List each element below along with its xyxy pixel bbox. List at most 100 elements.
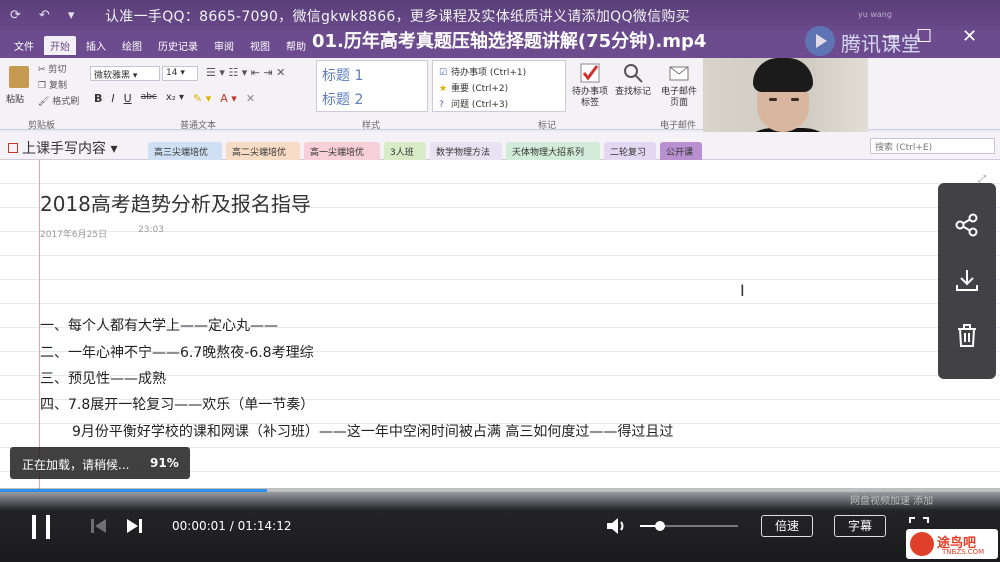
quick-access-dropdown-icon[interactable]: ▾ <box>68 8 75 23</box>
basic-text-group-label: 普通文本 <box>180 121 217 131</box>
font-color-button[interactable]: A ▾ <box>220 92 237 105</box>
section-title[interactable]: 上课手写内容 ▾ <box>8 138 117 158</box>
bold-button[interactable]: B <box>94 92 102 105</box>
clear-format-button[interactable]: ✕ <box>246 92 255 105</box>
styles-group-label: 样式 <box>362 121 381 131</box>
tab-home[interactable]: 开始 <box>44 36 76 55</box>
tab-draw[interactable]: 绘图 <box>116 36 148 55</box>
todo-tag-button[interactable]: 待办事项标签 <box>570 62 610 109</box>
watermark-text: 认准一手QQ：8665-7090，微信gkwk8866，更多课程及实体纸质讲义请… <box>105 9 690 25</box>
undo-icon[interactable]: ↶ <box>39 8 50 23</box>
quick-access-toolbar: ⟳ ↶ ▾ <box>10 8 74 23</box>
strikethrough-button[interactable]: abc <box>141 92 157 105</box>
video-title: 01.历年高考真题压轴选择题讲解(75分钟).mp4 <box>312 31 707 52</box>
tab-history[interactable]: 历史记录 <box>152 36 204 55</box>
section-tab[interactable]: 二轮复习 <box>604 142 656 160</box>
volume-icon[interactable] <box>605 515 629 537</box>
notebook-icon <box>8 143 18 153</box>
playback-speed-button[interactable]: 倍速 <box>761 515 813 537</box>
note-line-3[interactable]: 三、预见性——成熟 <box>40 368 166 388</box>
search-input[interactable]: 搜索 (Ctrl+E) <box>870 138 995 154</box>
note-line-2[interactable]: 二、一年心神不宁——6.7晚熬夜-6.8考理综 <box>40 342 314 362</box>
tag-question-label: 问题 (Ctrl+3) <box>451 100 509 110</box>
style-heading-1[interactable]: 标题 1 <box>322 65 363 85</box>
delete-icon[interactable] <box>952 321 982 351</box>
note-line-1[interactable]: 一、每个人都有大学上——定心丸—— <box>40 315 278 335</box>
tab-view[interactable]: 视图 <box>244 36 276 55</box>
envelope-icon <box>668 62 690 84</box>
minimize-button[interactable]: — <box>882 26 900 47</box>
loading-percent: 91% <box>150 456 179 470</box>
paste-button[interactable]: 粘贴 <box>6 64 32 106</box>
page-title[interactable]: 2018高考趋势分析及报名指导 <box>40 188 311 217</box>
sync-icon[interactable]: ⟳ <box>10 8 21 23</box>
volume-slider-knob[interactable] <box>655 521 665 531</box>
next-icon[interactable] <box>125 518 143 534</box>
style-heading-2[interactable]: 标题 2 <box>322 89 363 109</box>
copy-button[interactable]: ❐ 复制 <box>38 78 67 91</box>
side-action-panel <box>938 183 996 379</box>
tag-important-label: 重要 (Ctrl+2) <box>451 84 509 94</box>
previous-icon[interactable] <box>90 518 108 534</box>
italic-button[interactable]: I <box>111 92 114 105</box>
loading-text: 正在加载，请稍候... <box>22 458 130 472</box>
section-tab[interactable]: 高三尖端培优 <box>148 142 222 160</box>
section-tab[interactable]: 高二尖端培优 <box>226 142 300 160</box>
format-painter-button[interactable]: 🖌 格式刷 <box>38 94 79 107</box>
format-painter-label: 格式刷 <box>52 97 80 107</box>
clipboard-group-label: 剪贴板 <box>28 121 56 131</box>
notebook-tab-row: 上课手写内容 ▾ 高三尖端培优 高二尖端培优 高一尖端培优 3人班 数学物理方法 天体物理… <box>0 132 1000 160</box>
total-time: 01:14:12 <box>237 519 292 533</box>
list-buttons[interactable]: ☰ ▾ ☷ ▾ ⇤ ⇥ ✕ <box>206 66 285 79</box>
section-tab[interactable]: 高一尖端培优 <box>304 142 380 160</box>
subscript-button[interactable]: x₂ ▾ <box>166 92 184 105</box>
find-tags-icon <box>622 62 644 84</box>
tab-help[interactable]: 帮助 <box>280 36 312 55</box>
current-time: 00:00:01 <box>172 519 226 533</box>
note-page[interactable]: ⤢ 2018高考趋势分析及报名指导 2017年6月25日 23:03 I 一、每… <box>0 160 1000 492</box>
video-player-window: ⟳ ↶ ▾ 认准一手QQ：8665-7090，微信gkwk8866，更多课程及实… <box>0 0 1000 562</box>
find-tags-label: 查找标记 <box>614 87 651 97</box>
tab-insert[interactable]: 插入 <box>80 36 112 55</box>
email-page-button[interactable]: 电子邮件页面 <box>658 62 700 109</box>
styles-gallery: 标题 1 标题 2 <box>316 60 428 112</box>
note-line-5[interactable]: 9月份平衡好学校的课和网课（补习班）——这一年中空闲时间被占满 高三如何度过——… <box>72 421 673 441</box>
underline-button[interactable]: U <box>124 92 132 105</box>
download-icon[interactable] <box>952 266 982 296</box>
font-size-select[interactable]: 14 ▾ <box>162 66 198 81</box>
email-group-label: 电子邮件 <box>660 121 697 131</box>
site-logo-domain: TNBZS.COM <box>942 548 985 556</box>
restore-button[interactable]: ☐ <box>916 26 932 47</box>
tag-question[interactable]: ? 问题 (Ctrl+3) <box>439 97 508 110</box>
bird-logo-icon <box>910 532 934 556</box>
section-tab[interactable]: 3人班 <box>384 142 426 160</box>
loading-toast: 正在加载，请稍候... 91% <box>10 447 190 479</box>
find-tags-button[interactable]: 查找标记 <box>613 62 653 98</box>
question-icon: ? <box>439 100 444 110</box>
tab-file[interactable]: 文件 <box>8 36 40 55</box>
todo-tag-label: 待办事项标签 <box>571 87 608 108</box>
page-date: 2017年6月25日 <box>40 230 108 240</box>
cut-button[interactable]: ✂ 剪切 <box>38 62 66 75</box>
tag-todo[interactable]: ☑ 待办事项 (Ctrl+1) <box>439 65 526 78</box>
tag-important[interactable]: ★ 重要 (Ctrl+2) <box>439 81 508 94</box>
tags-group-label: 标记 <box>538 121 557 131</box>
font-name-value: 微软雅黑 <box>94 71 131 81</box>
subtitle-button[interactable]: 字幕 <box>834 515 886 537</box>
section-tab[interactable]: 天体物理大招系列 <box>506 142 600 160</box>
time-display: 00:00:01 / 01:14:12 <box>172 519 292 533</box>
note-line-4[interactable]: 四、7.8展开一轮复习——欢乐（单一节奏） <box>40 394 314 414</box>
pause-button[interactable] <box>28 515 54 539</box>
share-icon[interactable] <box>952 210 982 240</box>
section-tab[interactable]: 数学物理方法 <box>430 142 502 160</box>
site-logo: 途鸟吧 TNBZS.COM <box>906 529 998 559</box>
clipboard-icon <box>9 66 29 88</box>
section-tab[interactable]: 公开课 <box>660 142 702 160</box>
tab-review[interactable]: 审阅 <box>208 36 240 55</box>
close-button[interactable]: ✕ <box>962 26 977 47</box>
brand-name: 腾讯课堂 <box>841 32 921 56</box>
format-row: B I U abc x₂ ▾ ✎ ▾ A ▾ ✕ <box>94 92 255 105</box>
font-name-select[interactable]: 微软雅黑 ▾ <box>90 66 160 81</box>
highlight-button[interactable]: ✎ ▾ <box>193 92 211 105</box>
star-icon: ★ <box>439 84 448 94</box>
